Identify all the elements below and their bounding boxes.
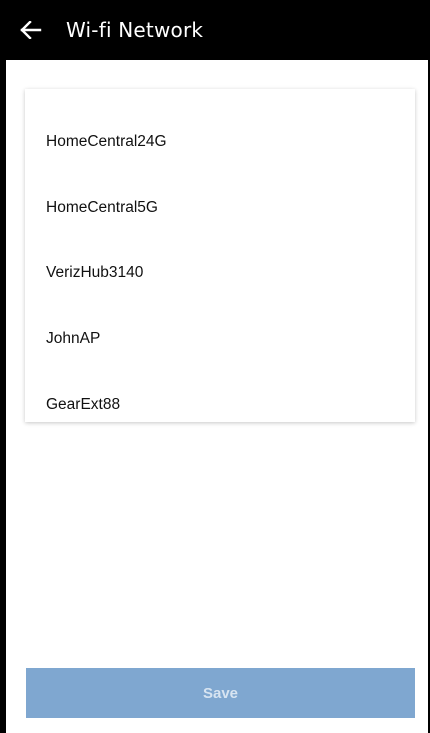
arrow-left-icon xyxy=(20,21,42,39)
network-name: HomeCentral24G xyxy=(46,133,167,150)
network-item-verizhub3140[interactable]: VerizHub3140 xyxy=(25,253,415,293)
network-item-gearext88[interactable]: GearExt88 xyxy=(25,385,415,422)
network-item-johnap[interactable]: JohnAP xyxy=(25,319,415,359)
app-bar: Wi-fi Network xyxy=(6,0,428,60)
screen-left-edge xyxy=(0,0,6,733)
network-item-homecentral24g[interactable]: HomeCentral24G xyxy=(25,122,415,162)
back-button[interactable] xyxy=(6,0,56,60)
network-name: JohnAP xyxy=(46,330,101,347)
network-name: VerizHub3140 xyxy=(46,264,144,281)
network-name: HomeCentral5G xyxy=(46,199,158,216)
save-button[interactable]: Save xyxy=(26,668,415,718)
network-item-homecentral5g[interactable]: HomeCentral5G xyxy=(25,188,415,228)
page-title: Wi-fi Network xyxy=(66,18,204,42)
network-list: HomeCentral24G HomeCentral5G VerizHub314… xyxy=(25,89,415,422)
network-name: GearExt88 xyxy=(46,396,121,413)
